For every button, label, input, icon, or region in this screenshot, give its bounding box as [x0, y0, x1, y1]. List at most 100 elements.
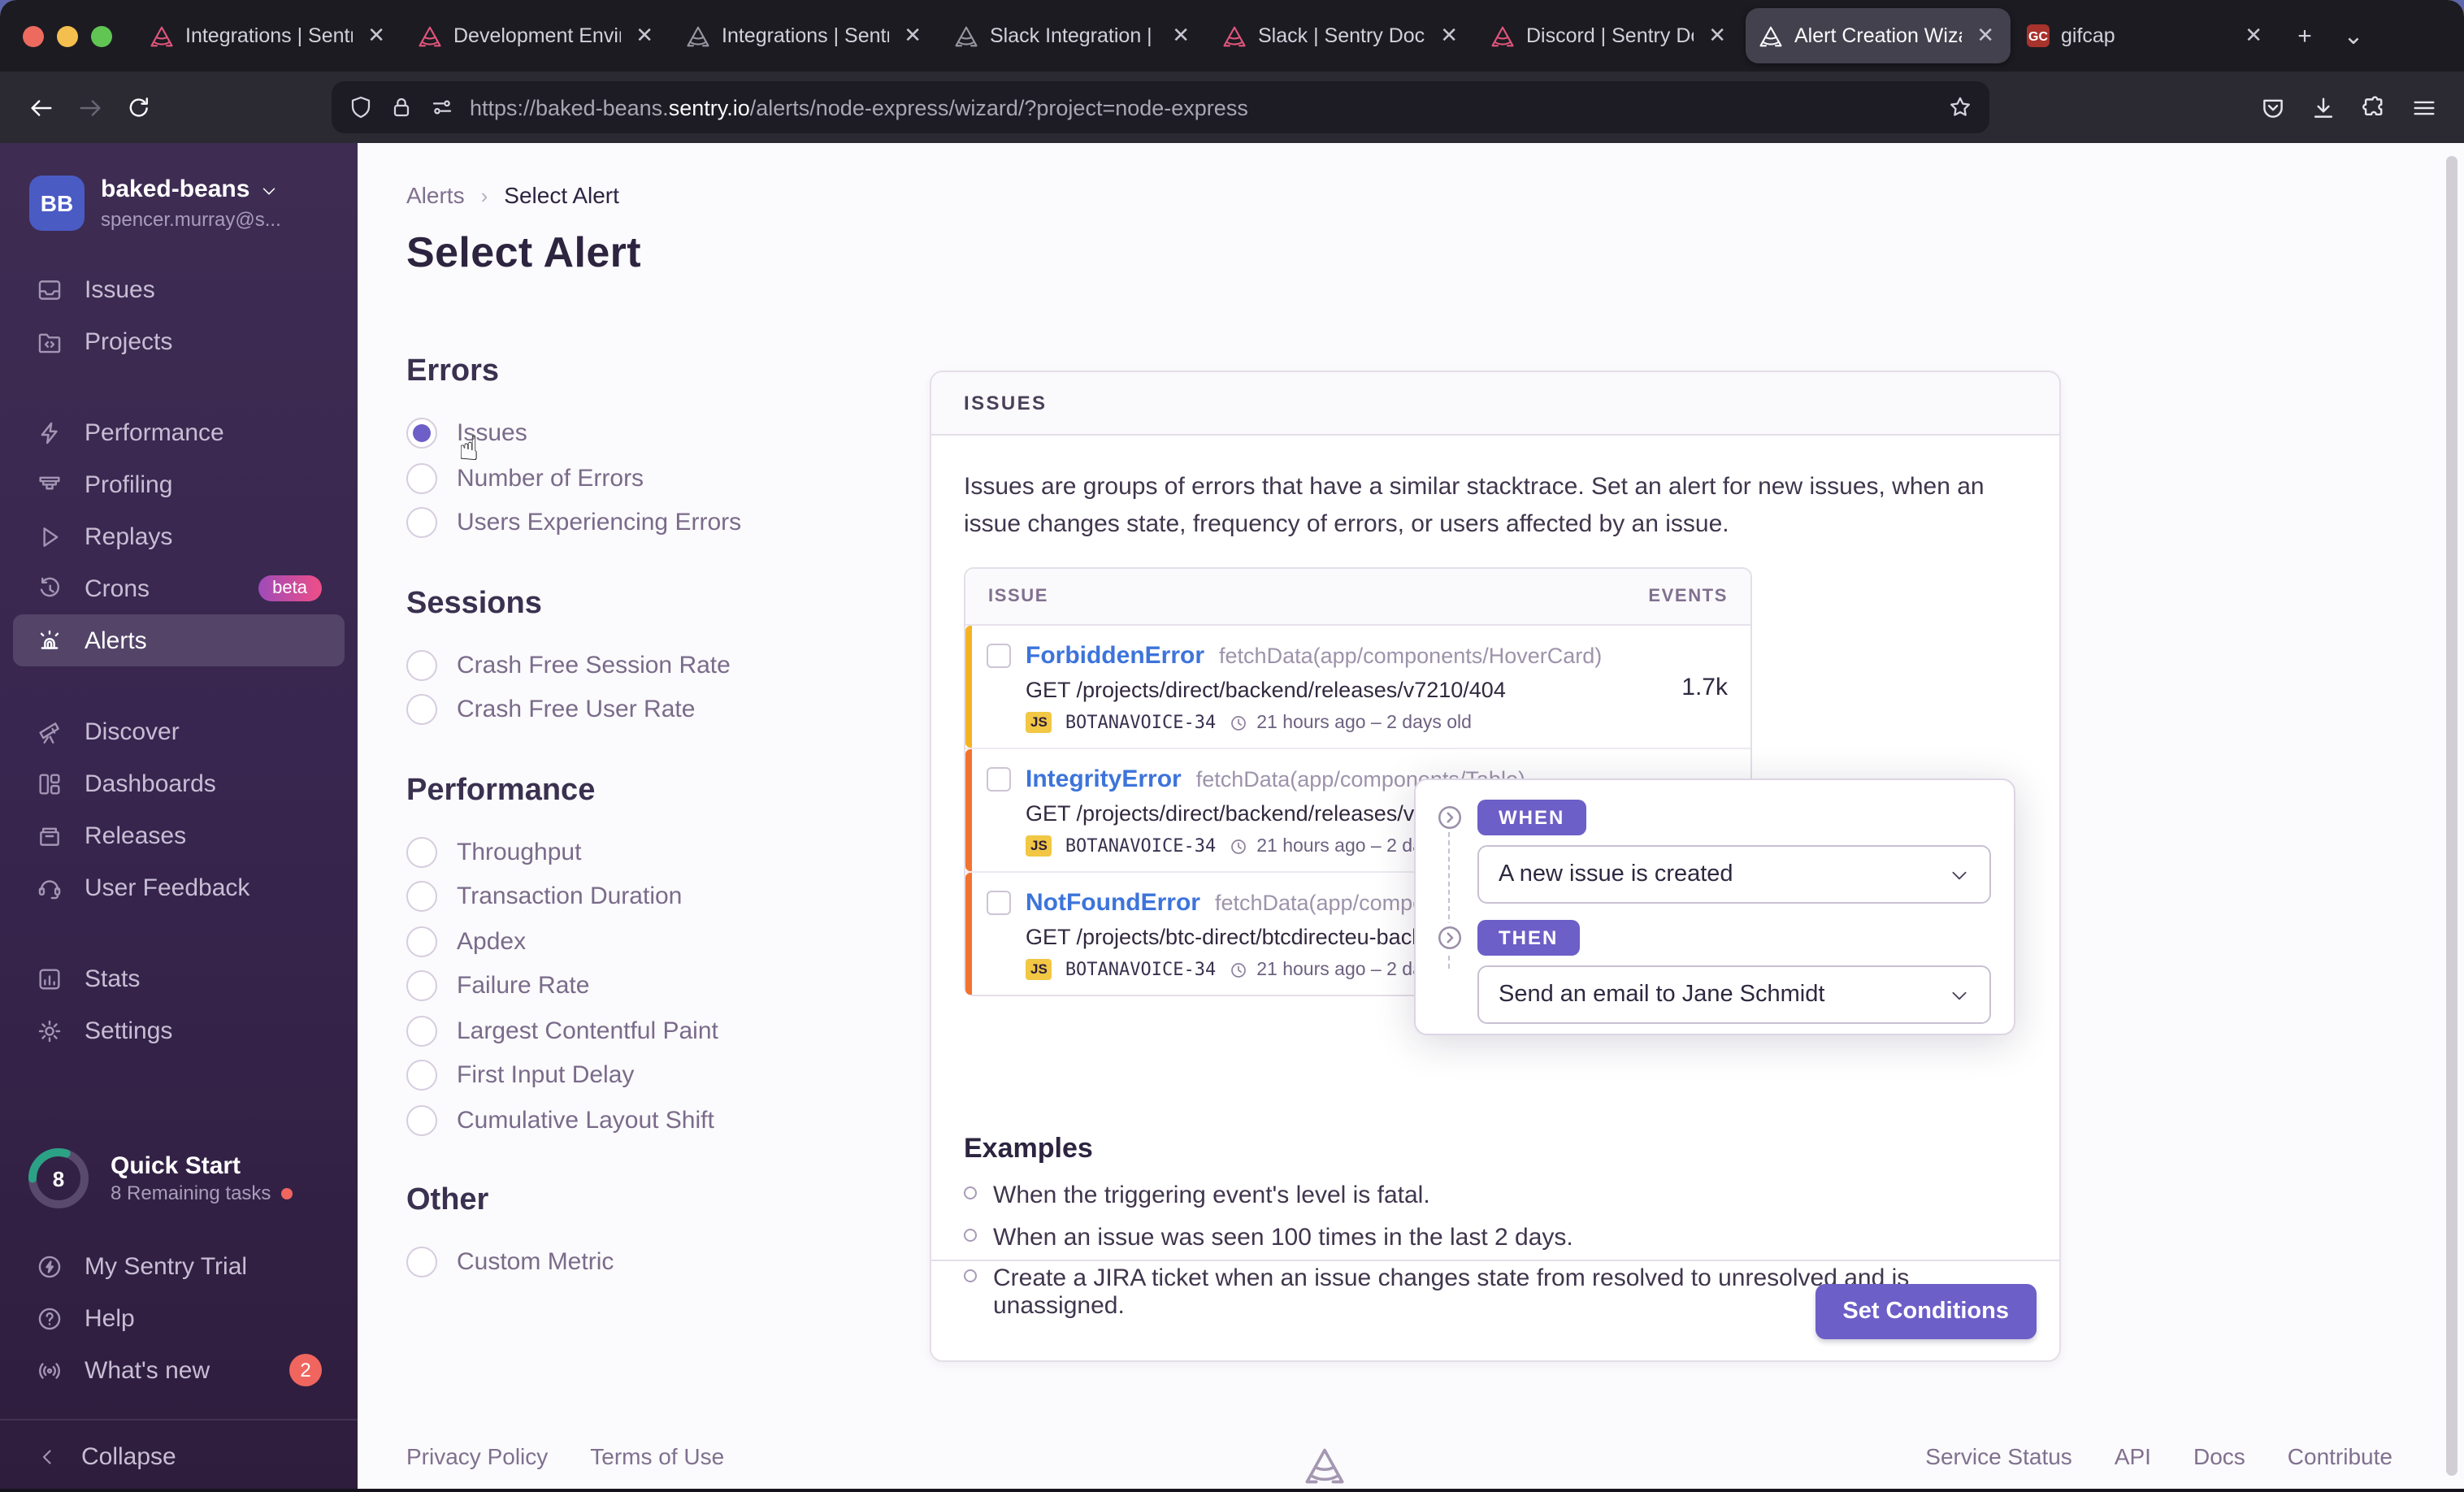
tracking-protection-shield-icon[interactable] — [348, 94, 374, 120]
when-condition-select[interactable]: A new issue is created — [1477, 845, 1991, 904]
radio-button[interactable] — [406, 970, 437, 1002]
sidebar-item-user-feedback[interactable]: User Feedback — [13, 861, 345, 913]
alert-option-issues[interactable]: Issues — [406, 411, 894, 456]
downloads-icon[interactable] — [2310, 93, 2337, 121]
radio-button[interactable] — [406, 507, 437, 539]
sidebar-item-my-sentry-trial[interactable]: My Sentry Trial — [13, 1240, 345, 1292]
tab-close-icon[interactable]: ✕ — [1169, 23, 1193, 49]
alert-option-crash-free-user-rate[interactable]: Crash Free User Rate — [406, 687, 894, 732]
alert-option-cumulative-layout-shift[interactable]: Cumulative Layout Shift — [406, 1098, 894, 1143]
reload-button[interactable] — [114, 83, 163, 132]
radio-button[interactable] — [406, 926, 437, 957]
alert-option-largest-contentful-paint[interactable]: Largest Contentful Paint — [406, 1008, 894, 1053]
new-tab-button[interactable]: + — [2280, 11, 2329, 60]
browser-tab[interactable]: Alert Creation Wizar ✕ — [1746, 8, 2011, 63]
org-switcher[interactable]: BB baked-beans spencer.murray@s... — [29, 176, 335, 231]
breadcrumb-alerts-link[interactable]: Alerts — [406, 182, 465, 208]
tab-close-icon[interactable]: ✕ — [632, 23, 657, 49]
footer-link-api[interactable]: API — [2115, 1443, 2151, 1469]
tab-bar: Integrations | Sentry ✕ Development Enviro… — [0, 0, 2464, 72]
radio-button[interactable] — [406, 1104, 437, 1136]
issue-name-link[interactable]: ForbiddenError — [1026, 642, 1204, 670]
back-button[interactable] — [16, 83, 65, 132]
sidebar-item-releases[interactable]: Releases — [13, 809, 345, 861]
close-window-button[interactable] — [23, 25, 44, 46]
quick-start[interactable]: 8 Quick Start 8 Remaining tasks — [13, 1146, 345, 1211]
radio-button[interactable] — [406, 1060, 437, 1091]
alert-option-transaction-duration[interactable]: Transaction Duration — [406, 874, 894, 919]
sidebar-item-help[interactable]: Help — [13, 1292, 345, 1344]
bookmark-star-icon[interactable] — [1947, 94, 1973, 120]
issue-row[interactable]: ForbiddenError fetchData(app/components/H… — [965, 626, 1750, 749]
pocket-icon[interactable] — [2259, 93, 2287, 121]
forward-button[interactable] — [65, 83, 114, 132]
issue-name-link[interactable]: IntegrityError — [1026, 766, 1182, 793]
alert-option-throughput[interactable]: Throughput — [406, 830, 894, 874]
browser-tab[interactable]: Development Enviro ✕ — [405, 8, 670, 63]
menu-hamburger-icon[interactable] — [2410, 93, 2438, 121]
minimize-window-button[interactable] — [57, 25, 78, 46]
alert-option-first-input-delay[interactable]: First Input Delay — [406, 1053, 894, 1098]
lock-icon[interactable] — [388, 94, 414, 120]
alert-option-users-experiencing-errors[interactable]: Users Experiencing Errors — [406, 501, 894, 545]
sidebar-item-crons[interactable]: Crons beta — [13, 562, 345, 614]
sidebar-item-dashboards[interactable]: Dashboards — [13, 757, 345, 809]
alert-option-apdex[interactable]: Apdex — [406, 919, 894, 964]
radio-button[interactable] — [406, 1247, 437, 1278]
browser-tab[interactable]: Slack | Sentry Docu ✕ — [1209, 8, 1474, 63]
issue-checkbox[interactable] — [987, 644, 1011, 668]
permissions-icon[interactable] — [429, 94, 455, 120]
tab-close-icon[interactable]: ✕ — [1437, 23, 1461, 49]
radio-button[interactable] — [406, 418, 437, 449]
footer-link-contribute[interactable]: Contribute — [2288, 1443, 2392, 1469]
tab-close-icon[interactable]: ✕ — [900, 23, 925, 49]
option-label: Cumulative Layout Shift — [457, 1106, 714, 1134]
sidebar-item-what-s-new[interactable]: What's new 2 — [13, 1344, 345, 1396]
sidebar-item-projects[interactable]: Projects — [13, 315, 345, 367]
radio-button[interactable] — [406, 881, 437, 913]
tab-close-icon[interactable]: ✕ — [1705, 23, 1729, 49]
sidebar-item-settings[interactable]: Settings — [13, 1004, 345, 1056]
radio-button[interactable] — [406, 836, 437, 868]
footer-link-terms-of-use[interactable]: Terms of Use — [590, 1443, 724, 1469]
zoom-window-button[interactable] — [91, 25, 112, 46]
sidebar-item-profiling[interactable]: Profiling — [13, 458, 345, 510]
sidebar-item-performance[interactable]: Performance — [13, 406, 345, 458]
alert-option-crash-free-session-rate[interactable]: Crash Free Session Rate — [406, 643, 894, 687]
footer-link-privacy-policy[interactable]: Privacy Policy — [406, 1443, 548, 1469]
sidebar-item-alerts[interactable]: Alerts — [13, 614, 345, 666]
issue-checkbox[interactable] — [987, 891, 1011, 915]
tab-close-icon[interactable]: ✕ — [1973, 23, 1998, 49]
list-tabs-button[interactable]: ⌄ — [2329, 11, 2378, 60]
url-bar[interactable]: https://baked-beans.sentry.io/alerts/nod… — [332, 81, 1989, 133]
extensions-puzzle-icon[interactable] — [2360, 93, 2388, 121]
footer-link-service-status[interactable]: Service Status — [1925, 1443, 2072, 1469]
scrollbar-thumb[interactable] — [2446, 156, 2457, 1476]
browser-tab[interactable]: Integrations | Sentry ✕ — [137, 8, 401, 63]
set-conditions-button[interactable]: Set Conditions — [1815, 1283, 2037, 1338]
footer-link-docs[interactable]: Docs — [2193, 1443, 2245, 1469]
sidebar-item-replays[interactable]: Replays — [13, 510, 345, 562]
radio-button[interactable] — [406, 649, 437, 681]
browser-tab[interactable]: Discord | Sentry Do ✕ — [1477, 8, 1742, 63]
radio-button[interactable] — [406, 462, 437, 494]
browser-tab[interactable]: GC gifcap ✕ — [2014, 8, 2279, 63]
option-label: Users Experiencing Errors — [457, 509, 742, 537]
tab-close-icon[interactable]: ✕ — [2241, 23, 2266, 49]
alert-option-failure-rate[interactable]: Failure Rate — [406, 964, 894, 1008]
alert-option-number-of-errors[interactable]: Number of Errors — [406, 456, 894, 501]
alert-option-custom-metric[interactable]: Custom Metric — [406, 1240, 894, 1285]
radio-button[interactable] — [406, 694, 437, 726]
issues-icon — [36, 275, 63, 303]
browser-tab[interactable]: Slack Integration | S ✕ — [941, 8, 1206, 63]
issue-checkbox[interactable] — [987, 767, 1011, 792]
tab-close-icon[interactable]: ✕ — [364, 23, 388, 49]
sidebar-collapse-button[interactable]: Collapse — [0, 1419, 358, 1492]
sidebar-item-issues[interactable]: Issues — [13, 263, 345, 315]
then-action-select[interactable]: Send an email to Jane Schmidt — [1477, 965, 1991, 1024]
radio-button[interactable] — [406, 1015, 437, 1047]
issue-name-link[interactable]: NotFoundError — [1026, 889, 1200, 917]
sidebar-item-discover[interactable]: Discover — [13, 705, 345, 757]
browser-tab[interactable]: Integrations | Sentry ✕ — [673, 8, 938, 63]
sidebar-item-stats[interactable]: Stats — [13, 952, 345, 1004]
